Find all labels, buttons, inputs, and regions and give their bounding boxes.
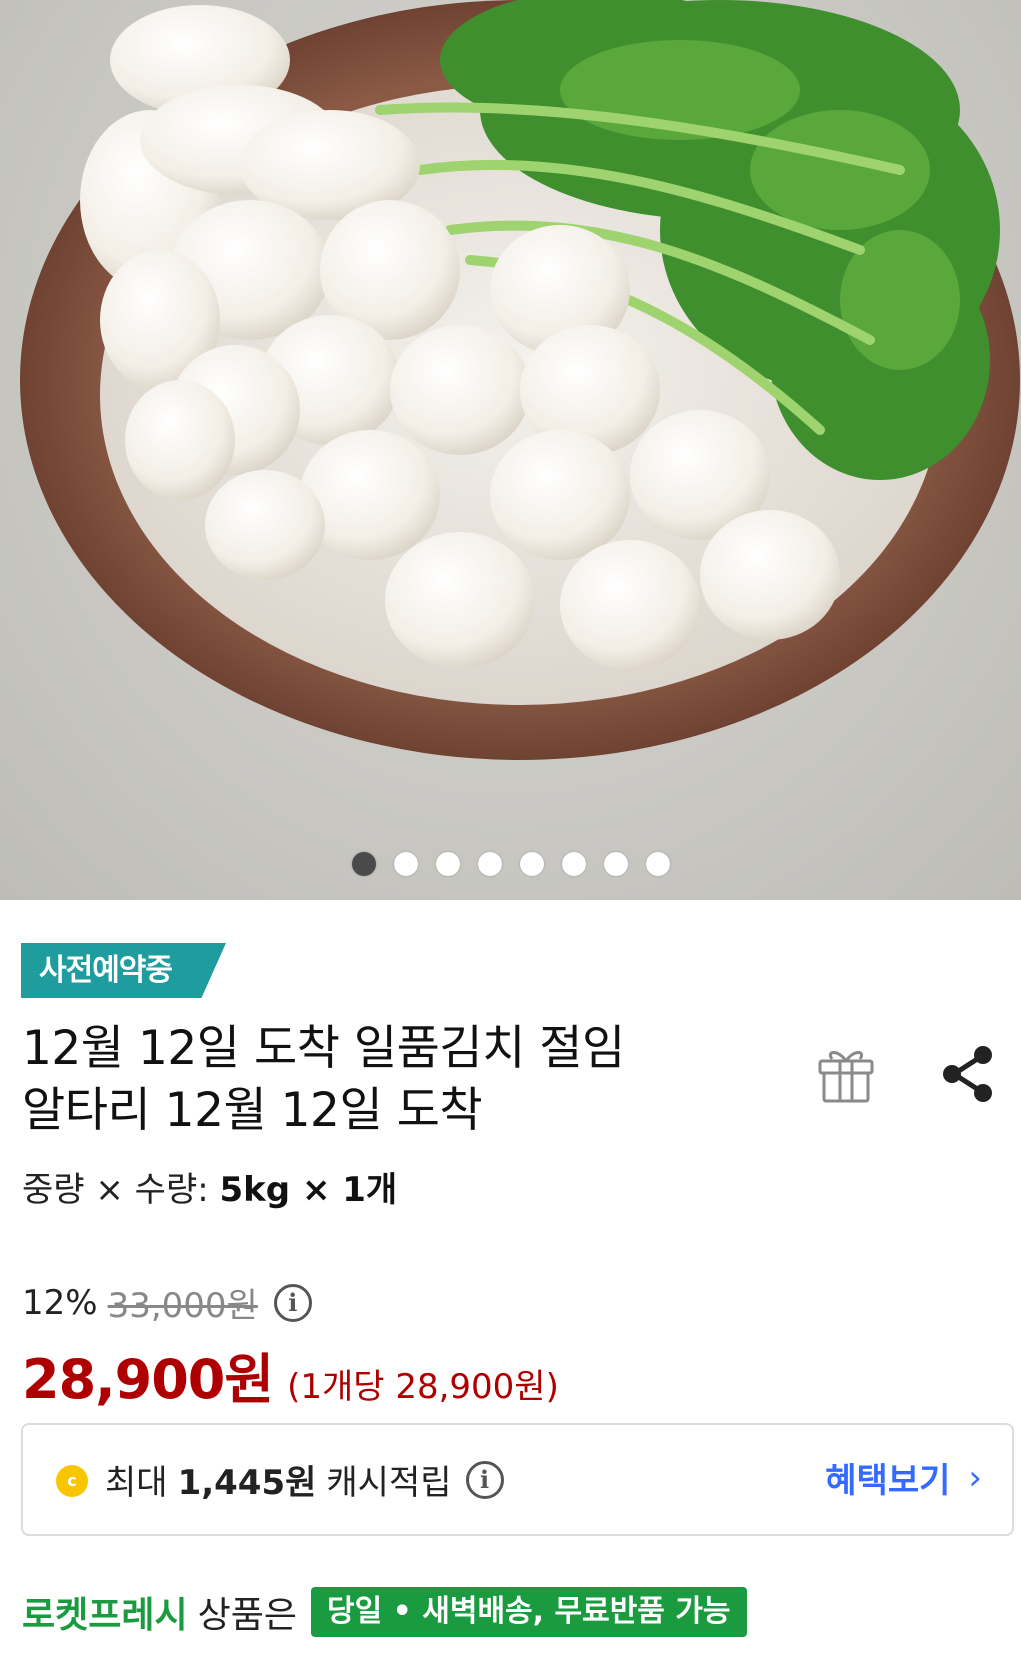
preorder-badge: 사전예약중 — [21, 943, 226, 998]
discount-row: 12% 33,000원 i — [22, 1278, 312, 1327]
gift-button[interactable] — [808, 1036, 884, 1112]
product-page: 사전예약중 12월 12일 도착 일품김치 절임 알타리 12월 12일 도착 — [0, 0, 1021, 1663]
product-title-line-2: 알타리 12월 12일 도착 — [22, 1083, 483, 1138]
product-title-line-1: 12월 12일 도착 일품김치 절임 — [22, 1021, 625, 1076]
sale-price: 28,900원 — [22, 1348, 274, 1411]
rocket-fresh-label: 로켓프레시 — [22, 1595, 188, 1636]
delivery-info: 로켓프레시 상품은 당일 • 새벽배송, 무료반품 가능 — [22, 1586, 747, 1638]
carousel-dot[interactable] — [435, 852, 460, 876]
unit-price: (1개당 28,900원) — [287, 1367, 559, 1407]
price-row: 28,900원 (1개당 28,900원) — [22, 1335, 559, 1414]
product-image-carousel[interactable] — [0, 0, 1021, 900]
carousel-dot[interactable] — [603, 852, 628, 876]
info-icon[interactable]: i — [465, 1460, 504, 1499]
carousel-dot[interactable] — [393, 852, 418, 876]
cash-reward-box[interactable]: c 최대 1,445원 캐시적립 i 혜택보기 › — [21, 1423, 1014, 1536]
view-benefits-link[interactable]: 혜택보기 › — [825, 1453, 982, 1502]
share-button[interactable] — [930, 1036, 1006, 1112]
cash-reward-text: 최대 1,445원 캐시적립 i — [105, 1455, 504, 1504]
option-value: 5kg × 1개 — [219, 1170, 398, 1210]
delivery-tag: 당일 • 새벽배송, 무료반품 가능 — [310, 1587, 747, 1637]
product-title: 12월 12일 도착 일품김치 절임 알타리 12월 12일 도착 — [22, 1018, 782, 1142]
gift-icon — [818, 1051, 874, 1103]
carousel-dot[interactable] — [477, 852, 502, 876]
chevron-right-icon: › — [968, 1457, 982, 1498]
info-icon[interactable]: i — [273, 1283, 312, 1322]
cash-reward-prefix: 최대 — [105, 1463, 168, 1503]
discount-rate: 12% — [22, 1282, 98, 1323]
cash-reward-amount: 1,445원 — [177, 1463, 317, 1503]
cash-reward-suffix: 캐시적립 — [326, 1463, 452, 1503]
carousel-dot[interactable] — [351, 852, 376, 876]
carousel-dot[interactable] — [645, 852, 670, 876]
product-option: 중량 × 수량: 5kg × 1개 — [22, 1162, 397, 1211]
coin-icon: c — [56, 1465, 88, 1497]
delivery-suffix: 상품은 — [197, 1595, 297, 1636]
share-icon — [943, 1046, 992, 1102]
option-label: 중량 × 수량: — [22, 1170, 209, 1210]
original-price: 33,000원 — [107, 1286, 258, 1326]
carousel-dot[interactable] — [519, 852, 544, 876]
carousel-dot[interactable] — [561, 852, 586, 876]
carousel-indicator — [0, 852, 1021, 876]
product-photo — [20, 0, 1020, 760]
view-benefits-label: 혜택보기 — [825, 1461, 951, 1501]
